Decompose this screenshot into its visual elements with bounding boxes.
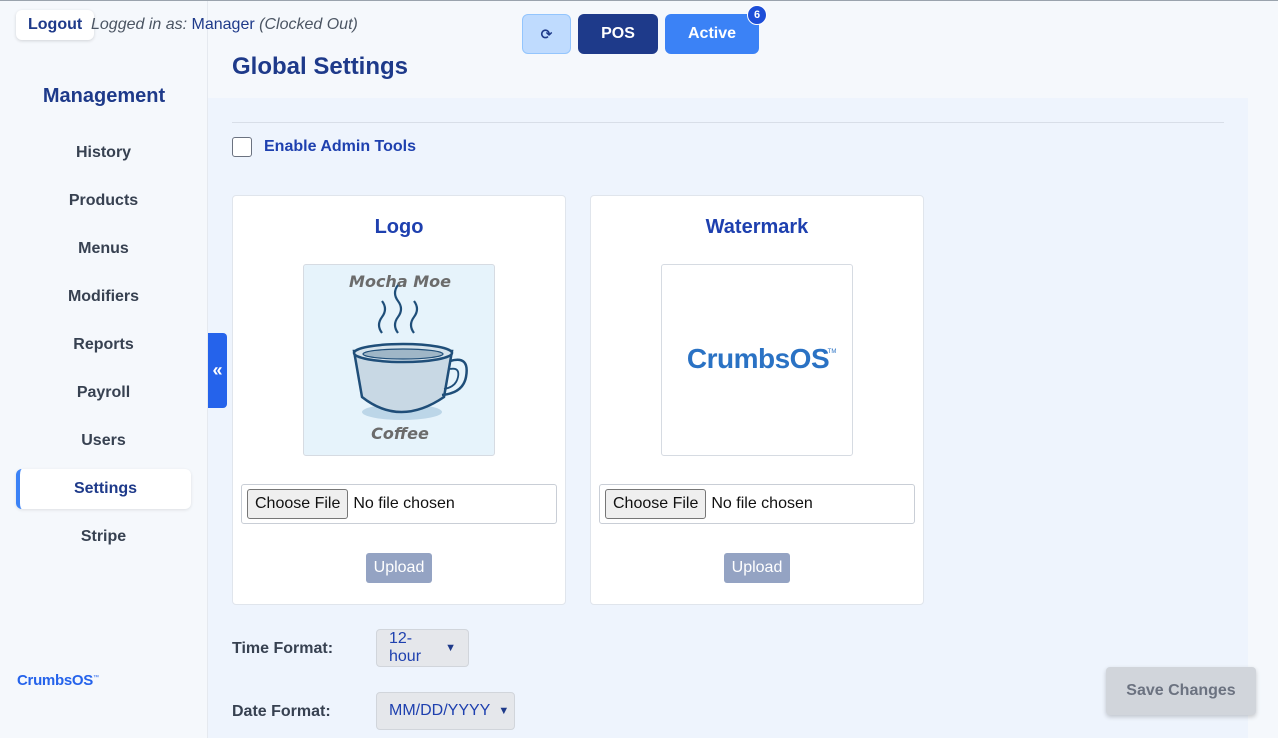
save-changes-button[interactable]: Save Changes: [1106, 667, 1256, 715]
sidebar: Management History Products Menus Modifi…: [0, 1, 208, 738]
logo-bottom-text: Coffee: [371, 424, 429, 443]
logo-no-file-text: No file chosen: [353, 495, 455, 512]
logo-upload-button[interactable]: Upload: [366, 553, 432, 583]
time-format-select[interactable]: 12-hour ▼: [376, 629, 469, 667]
sidebar-item-stripe[interactable]: Stripe: [16, 517, 191, 557]
brand-logo: CrumbsOS™: [17, 672, 99, 689]
brand-logo-text: CrumbsOS: [17, 672, 93, 689]
logo-choose-file-button[interactable]: Choose File: [247, 489, 349, 519]
watermark-card: Watermark CrumbsOS TM Choose File No fil…: [590, 195, 924, 605]
user-name: Manager: [191, 16, 255, 33]
sidebar-item-menus[interactable]: Menus: [16, 229, 191, 269]
date-format-select[interactable]: MM/DD/YYYY ▼: [376, 692, 515, 730]
logged-in-prefix: Logged in as:: [91, 16, 188, 33]
watermark-no-file-text: No file chosen: [711, 495, 813, 512]
watermark-card-title: Watermark: [705, 216, 809, 238]
sidebar-item-reports[interactable]: Reports: [16, 325, 191, 365]
sidebar-item-products[interactable]: Products: [16, 181, 191, 221]
refresh-button[interactable]: ⟳: [522, 14, 571, 54]
refresh-icon: ⟳: [540, 25, 553, 42]
sidebar-item-users[interactable]: Users: [16, 421, 191, 461]
watermark-upload-button[interactable]: Upload: [724, 553, 790, 583]
coffee-cup-icon: Mocha Moe Coffee: [349, 272, 468, 443]
watermark-file-input[interactable]: Choose File No file chosen: [599, 484, 915, 524]
active-count-badge: 6: [747, 5, 767, 25]
sidebar-item-history[interactable]: History: [16, 133, 191, 173]
time-format-value: 12-hour: [389, 630, 422, 665]
watermark-preview-image: CrumbsOS TM: [661, 264, 853, 456]
logo-card: Logo Mocha Moe Coffee Choose File No fil…: [232, 195, 566, 605]
date-format-value: MM/DD/YYYY: [389, 702, 491, 719]
logo-card-title: Logo: [374, 216, 424, 238]
sidebar-item-modifiers[interactable]: Modifiers: [16, 277, 191, 317]
clock-status: (Clocked Out): [259, 16, 358, 33]
watermark-logo-tm: TM: [828, 349, 837, 355]
admin-tools-label[interactable]: Enable Admin Tools: [264, 138, 416, 156]
active-label: Active: [687, 25, 737, 42]
divider: [232, 122, 1224, 123]
chevron-down-icon: ▼: [445, 642, 456, 654]
sidebar-item-settings[interactable]: Settings: [16, 469, 191, 509]
sidebar-collapse-button[interactable]: «: [208, 333, 227, 408]
active-orders-button[interactable]: Active 6: [665, 5, 767, 54]
logo-preview-image: Mocha Moe Coffee: [303, 264, 495, 456]
logo-file-input[interactable]: Choose File No file chosen: [241, 484, 557, 524]
logo-top-text: Mocha Moe: [349, 272, 451, 291]
watermark-logo: CrumbsOS TM: [687, 343, 837, 374]
sidebar-title: Management: [42, 85, 166, 107]
logout-button[interactable]: Logout: [16, 10, 95, 40]
page-title: Global Settings: [232, 53, 409, 80]
double-chevron-left-icon: «: [212, 360, 223, 380]
chevron-down-icon: ▼: [498, 705, 510, 717]
sidebar-item-payroll[interactable]: Payroll: [16, 373, 191, 413]
admin-tools-checkbox[interactable]: [232, 137, 252, 157]
watermark-choose-file-button[interactable]: Choose File: [605, 489, 707, 519]
login-status: Logged in as: Manager (Clocked Out): [91, 16, 358, 34]
brand-logo-tm: ™: [92, 675, 99, 681]
time-format-label: Time Format:: [232, 640, 334, 657]
watermark-logo-text: CrumbsOS: [687, 343, 829, 374]
pos-button[interactable]: POS: [578, 14, 658, 54]
date-format-label: Date Format:: [232, 703, 331, 720]
